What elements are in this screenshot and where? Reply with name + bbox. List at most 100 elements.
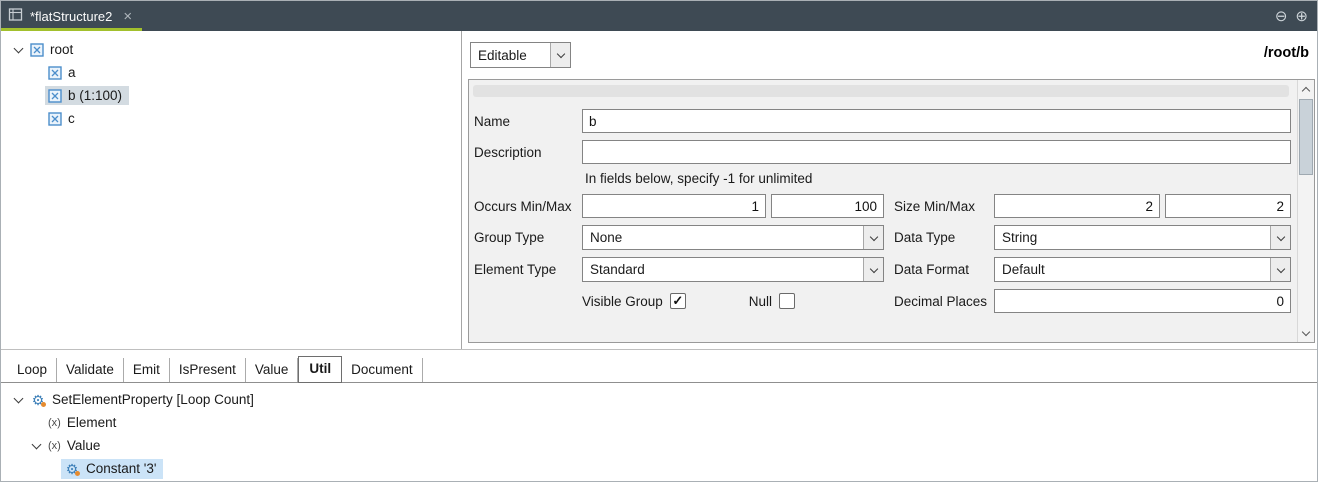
chevron-down-icon[interactable]	[863, 226, 883, 249]
occurs-max-input[interactable]	[771, 194, 884, 218]
visible-group-checkbox[interactable]: ✓	[670, 293, 686, 309]
element-path: /root/b	[1264, 45, 1309, 61]
scroll-up-icon[interactable]	[1298, 81, 1314, 97]
checkbox-decimal-row: Visible Group ✓ Null ✓	[471, 289, 1291, 313]
group-data-type-row: Group Type None Data Type String	[471, 225, 1291, 250]
tab-value[interactable]: Value	[246, 358, 299, 382]
data-type-label: Data Type	[894, 230, 994, 245]
properties-form: Name Description In fields below, specif…	[469, 80, 1297, 342]
tree-item-a[interactable]: a	[1, 61, 461, 84]
visible-group-field: Visible Group ✓	[582, 293, 686, 309]
function-tabs: Loop Validate Emit IsPresent Value Util …	[1, 350, 1317, 383]
data-type-value: String	[995, 230, 1270, 245]
view-controls: ⊖ ⊕	[1275, 1, 1317, 31]
occurs-size-row: Occurs Min/Max Size Min/Max	[471, 194, 1291, 218]
name-label: Name	[471, 114, 582, 129]
description-row: Description	[471, 140, 1291, 164]
tab-ispresent[interactable]: IsPresent	[170, 358, 246, 382]
group-type-value: None	[583, 230, 863, 245]
tree-item-root[interactable]: root	[1, 38, 461, 61]
null-checkbox[interactable]: ✓	[779, 293, 795, 309]
tree-item-label: root	[50, 42, 73, 57]
tree-item-label: b (1:100)	[68, 88, 122, 103]
tab-close-icon[interactable]: ×	[123, 9, 132, 24]
rule-item-element[interactable]: (x) Element	[1, 411, 1317, 434]
size-minmax-label: Size Min/Max	[894, 199, 994, 214]
maximize-view-icon[interactable]: ⊕	[1295, 9, 1308, 24]
element-type-format-row: Element Type Standard Data Format Defaul…	[471, 257, 1291, 282]
horizontal-scrollbar[interactable]	[473, 85, 1289, 97]
rule-item-label: Value	[67, 438, 101, 453]
minimize-view-icon[interactable]: ⊖	[1275, 9, 1288, 24]
properties-form-viewport: Name Description In fields below, specif…	[468, 79, 1315, 343]
main-area: root a	[1, 31, 1317, 350]
size-min-input[interactable]	[994, 194, 1160, 218]
vertical-scrollbar[interactable]	[1297, 80, 1314, 342]
chevron-down-icon[interactable]	[863, 258, 883, 281]
element-type-value: Standard	[583, 262, 863, 277]
occurs-minmax-label: Occurs Min/Max	[471, 199, 582, 214]
chevron-down-icon[interactable]	[1270, 226, 1290, 249]
tree-item-c[interactable]: c	[1, 107, 461, 130]
element-icon	[48, 112, 62, 126]
element-type-label: Element Type	[471, 262, 582, 277]
element-type-select[interactable]: Standard	[582, 257, 884, 282]
data-format-value: Default	[995, 262, 1270, 277]
structure-editor-icon	[8, 7, 23, 25]
rule-item-label: SetElementProperty [Loop Count]	[52, 392, 254, 407]
properties-panel: Editable /root/b Name Description In fie…	[462, 31, 1317, 349]
description-input[interactable]	[582, 140, 1291, 164]
scroll-down-icon[interactable]	[1298, 325, 1314, 341]
group-type-label: Group Type	[471, 230, 582, 245]
function-icon: (x)	[48, 440, 61, 452]
null-field: Null ✓	[749, 293, 795, 309]
tab-util[interactable]: Util	[298, 356, 342, 383]
name-row: Name	[471, 109, 1291, 133]
element-icon	[48, 66, 62, 80]
rule-item-constant[interactable]: ⚙ Constant '3'	[1, 457, 1317, 480]
decimal-places-label: Decimal Places	[894, 294, 994, 309]
data-type-select[interactable]: String	[994, 225, 1291, 250]
rule-item-label: Element	[67, 415, 117, 430]
chevron-down-icon[interactable]	[9, 48, 27, 52]
gear-icon: ⚙	[30, 392, 46, 408]
flat-structure-editor-window: *flatStructure2 × ⊖ ⊕ root	[0, 0, 1318, 482]
chevron-down-icon[interactable]	[1270, 258, 1290, 281]
occurs-min-input[interactable]	[582, 194, 766, 218]
chevron-down-icon[interactable]	[9, 398, 27, 402]
data-format-label: Data Format	[894, 262, 994, 277]
tab-flatstructure2[interactable]: *flatStructure2 ×	[1, 1, 142, 31]
group-type-select[interactable]: None	[582, 225, 884, 250]
tab-emit[interactable]: Emit	[124, 358, 170, 382]
tree-item-label: a	[68, 65, 76, 80]
unlimited-hint: In fields below, specify -1 for unlimite…	[585, 171, 1291, 186]
chevron-down-icon[interactable]	[27, 444, 45, 448]
description-label: Description	[471, 145, 582, 160]
element-icon	[30, 43, 44, 57]
chevron-down-icon[interactable]	[550, 43, 570, 67]
tree-item-b[interactable]: b (1:100)	[1, 84, 461, 107]
function-icon: (x)	[48, 417, 61, 429]
element-icon	[48, 89, 62, 103]
rule-item-label: Constant '3'	[86, 461, 156, 476]
tree-item-label: c	[68, 111, 75, 126]
mode-select[interactable]: Editable	[470, 42, 571, 68]
tab-title: *flatStructure2	[30, 9, 112, 24]
gear-icon: ⚙	[64, 461, 80, 477]
check-icon: ✓	[672, 293, 683, 309]
structure-tree: root a	[1, 31, 462, 349]
tab-validate[interactable]: Validate	[57, 358, 124, 382]
name-input[interactable]	[582, 109, 1291, 133]
scrollbar-thumb[interactable]	[1299, 99, 1313, 175]
editor-tab-bar: *flatStructure2 × ⊖ ⊕	[1, 1, 1317, 31]
tab-document[interactable]: Document	[342, 358, 423, 382]
function-panel: Loop Validate Emit IsPresent Value Util …	[1, 350, 1317, 481]
size-max-input[interactable]	[1165, 194, 1291, 218]
rule-item-setelementproperty[interactable]: ⚙ SetElementProperty [Loop Count]	[1, 388, 1317, 411]
tab-loop[interactable]: Loop	[8, 358, 57, 382]
rule-item-value[interactable]: (x) Value	[1, 434, 1317, 457]
data-format-select[interactable]: Default	[994, 257, 1291, 282]
util-rule-tree: ⚙ SetElementProperty [Loop Count] (x) El…	[1, 383, 1317, 480]
decimal-places-input[interactable]	[994, 289, 1291, 313]
mode-select-value: Editable	[471, 48, 550, 63]
